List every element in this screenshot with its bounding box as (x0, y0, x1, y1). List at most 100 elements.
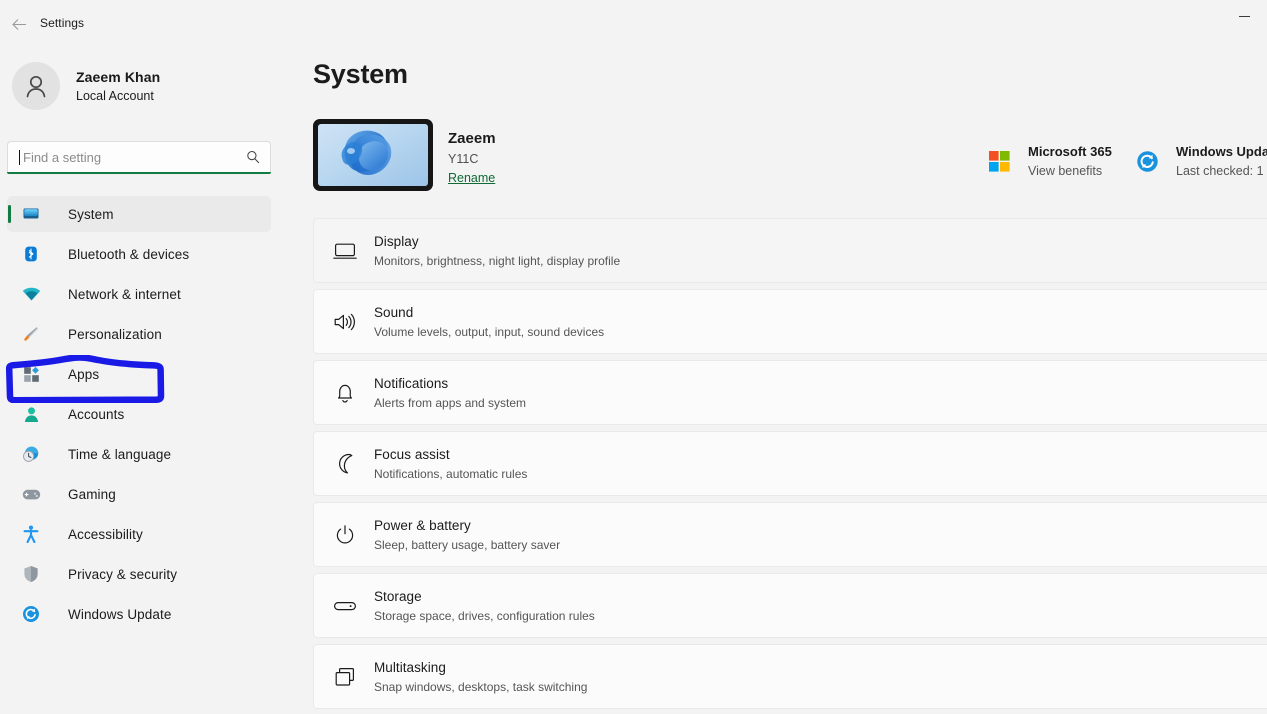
setting-text: Storage Storage space, drives, configura… (374, 587, 595, 625)
wifi-icon (21, 284, 41, 304)
accessibility-person-icon (21, 524, 41, 544)
windows-stack-icon (331, 667, 359, 687)
display-monitor-icon (331, 241, 359, 261)
device-name: Zaeem (448, 130, 496, 147)
setting-text: Display Monitors, brightness, night ligh… (374, 232, 620, 270)
power-icon (331, 524, 359, 546)
sidebar-item-label: System (68, 206, 114, 222)
search-icon[interactable] (246, 150, 262, 164)
setting-subtitle: Monitors, brightness, night light, displ… (374, 253, 621, 268)
minimize-icon (1238, 15, 1250, 17)
back-arrow-icon (11, 18, 27, 31)
sidebar-item-windows-update[interactable]: Windows Update (7, 596, 271, 632)
setting-item-power-battery[interactable]: Power & battery Sleep, battery usage, ba… (313, 502, 1267, 567)
sidebar-item-label: Windows Update (68, 606, 172, 622)
search-focus-underline (7, 172, 271, 174)
avatar (12, 62, 60, 110)
card-subtitle: Last checked: 1 hour ago (1176, 164, 1267, 178)
sidebar-item-gaming[interactable]: Gaming (7, 476, 271, 512)
sidebar-item-label: Apps (68, 366, 100, 382)
device-info: Zaeem Y11C Rename (448, 129, 496, 187)
device-model: Y11C (448, 152, 479, 166)
setting-item-display[interactable]: Display Monitors, brightness, night ligh… (313, 218, 1267, 283)
navigation-list: System Bluetooth & devices Network & int… (7, 196, 271, 636)
setting-subtitle: Alerts from apps and system (374, 395, 527, 410)
setting-text: Notifications Alerts from apps and syste… (374, 374, 526, 412)
sidebar-item-bluetooth-devices[interactable]: Bluetooth & devices (7, 236, 271, 272)
sidebar-item-label: Time & language (68, 446, 172, 462)
back-button[interactable] (4, 10, 34, 38)
account-type: Local Account (76, 88, 154, 103)
setting-title: Notifications (374, 375, 449, 391)
apps-grid-icon (21, 364, 41, 384)
setting-title: Display (374, 233, 419, 249)
sidebar-item-time-language[interactable]: Time & language (7, 436, 271, 472)
setting-subtitle: Notifications, automatic rules (374, 466, 528, 481)
sidebar-item-apps[interactable]: Apps (7, 356, 271, 392)
moon-icon (331, 453, 359, 475)
account-card[interactable]: Zaeem Khan Local Account (10, 55, 275, 117)
speaker-sound-icon (331, 312, 359, 332)
settings-list: Display Monitors, brightness, night ligh… (313, 218, 1267, 714)
setting-item-storage[interactable]: Storage Storage space, drives, configura… (313, 573, 1267, 638)
device-header: Zaeem Y11C Rename Microsoft 365 View ben… (313, 119, 1267, 195)
setting-subtitle: Sleep, battery usage, battery saver (374, 537, 561, 552)
card-title: Microsoft 365 (1028, 144, 1112, 159)
minimize-button[interactable] (1221, 0, 1267, 32)
sidebar-item-accessibility[interactable]: Accessibility (7, 516, 271, 552)
paintbrush-icon (21, 324, 41, 344)
sidebar-item-label: Gaming (68, 486, 116, 502)
bluetooth-icon (21, 244, 41, 264)
microsoft-365-text: Microsoft 365 View benefits (1028, 142, 1112, 180)
title-bar: Settings (0, 0, 1267, 48)
update-refresh-icon (21, 604, 41, 624)
setting-title: Multitasking (374, 659, 446, 675)
account-name: Zaeem Khan (76, 68, 161, 85)
setting-text: Multitasking Snap windows, desktops, tas… (374, 658, 587, 696)
sidebar-item-accounts[interactable]: Accounts (7, 396, 271, 432)
device-thumbnail (313, 119, 433, 191)
search-input[interactable] (20, 142, 246, 172)
search-box[interactable] (7, 141, 271, 172)
setting-item-notifications[interactable]: Notifications Alerts from apps and syste… (313, 360, 1267, 425)
setting-item-multitasking[interactable]: Multitasking Snap windows, desktops, tas… (313, 644, 1267, 709)
search-container (7, 141, 271, 174)
shield-icon (21, 564, 41, 584)
setting-item-sound[interactable]: Sound Volume levels, output, input, soun… (313, 289, 1267, 354)
setting-item-focus-assist[interactable]: Focus assist Notifications, automatic ru… (313, 431, 1267, 496)
content-area: System Zaeem Y11C Rename Microsoft 365 V… (280, 48, 1267, 714)
windows-bloom-wallpaper (318, 124, 428, 186)
setting-title: Power & battery (374, 517, 471, 533)
page-title: System (313, 59, 408, 89)
bell-icon (331, 382, 359, 404)
sidebar-item-network-internet[interactable]: Network & internet (7, 276, 271, 312)
windows-update-card[interactable]: Windows Update Last checked: 1 hour ago (1133, 135, 1267, 187)
setting-subtitle: Volume levels, output, input, sound devi… (374, 324, 605, 339)
windows-update-text: Windows Update Last checked: 1 hour ago (1176, 142, 1267, 180)
sidebar-item-label: Accounts (68, 406, 125, 422)
setting-subtitle: Storage space, drives, configuration rul… (374, 608, 595, 623)
microsoft-logo-icon (985, 147, 1013, 175)
setting-text: Focus assist Notifications, automatic ru… (374, 445, 527, 483)
setting-subtitle: Snap windows, desktops, task switching (374, 679, 588, 694)
card-title: Windows Update (1176, 144, 1267, 159)
setting-text: Power & battery Sleep, battery usage, ba… (374, 516, 560, 554)
setting-title: Sound (374, 304, 414, 320)
person-icon (21, 404, 41, 424)
sidebar-item-system[interactable]: System (7, 196, 271, 232)
gamepad-icon (21, 484, 41, 504)
card-subtitle: View benefits (1028, 164, 1103, 178)
sidebar-item-label: Accessibility (68, 526, 143, 542)
sidebar-item-privacy-security[interactable]: Privacy & security (7, 556, 271, 592)
sidebar-item-personalization[interactable]: Personalization (7, 316, 271, 352)
microsoft-365-card[interactable]: Microsoft 365 View benefits (985, 135, 1112, 187)
windows-update-icon (1133, 147, 1161, 175)
sidebar-item-label: Personalization (68, 326, 162, 342)
setting-text: Sound Volume levels, output, input, soun… (374, 303, 604, 341)
sidebar-item-label: Network & internet (68, 286, 181, 302)
clock-globe-icon (21, 444, 41, 464)
setting-title: Storage (374, 588, 422, 604)
sidebar-item-label: Privacy & security (68, 566, 178, 582)
rename-link[interactable]: Rename (448, 169, 495, 187)
account-text: Zaeem Khan Local Account (76, 68, 160, 105)
